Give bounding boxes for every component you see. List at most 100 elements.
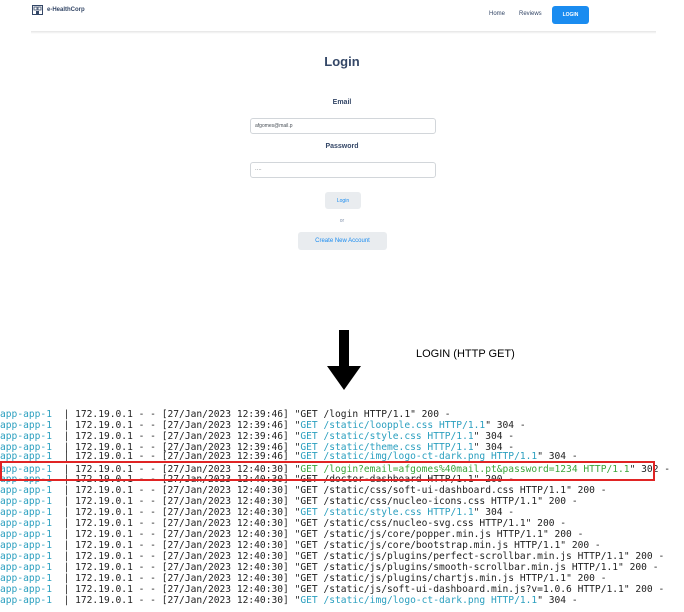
email-label: Email — [332, 99, 352, 106]
log-meta: 172.19.0.1 - - [27/Jan/2023 12:40:30] " — [75, 573, 301, 584]
log-request: GET /static/loopple.css HTTP/1.1 — [300, 420, 486, 431]
log-line: app-app-1 | 172.19.0.1 - - [27/Jan/2023 … — [0, 420, 526, 431]
log-separator: | — [51, 540, 76, 551]
log-status: " 200 - — [537, 496, 578, 507]
log-separator: | — [51, 507, 76, 518]
email-input[interactable]: afgomes@mail.p — [250, 118, 436, 134]
log-meta: 172.19.0.1 - - [27/Jan/2023 12:40:30] " — [75, 540, 301, 551]
log-status: " 200 - — [623, 551, 665, 562]
log-request: GET /login HTTP/1.1 — [300, 409, 411, 420]
log-separator: | — [51, 431, 76, 442]
log-line: app-app-1 | 172.19.0.1 - - [27/Jan/2023 … — [0, 507, 514, 518]
log-request: GET /static/js/soft-ui-dashboard.min.js?… — [300, 584, 624, 595]
hospital-building-icon — [32, 5, 43, 15]
log-container-prefix: app-app-1 — [0, 595, 52, 606]
log-meta: 172.19.0.1 - - [27/Jan/2023 12:40:30] " — [75, 562, 301, 573]
log-meta: 172.19.0.1 - - [27/Jan/2023 12:40:30] " — [75, 595, 301, 606]
log-status: " 304 - — [473, 431, 515, 442]
log-status: " 200 - — [542, 529, 584, 540]
log-status: " 200 - — [566, 573, 607, 584]
log-request: GET /static/js/plugins/perfect-scrollbar… — [300, 551, 624, 562]
navbar-shadow — [31, 31, 656, 34]
log-line: app-app-1 | 172.19.0.1 - - [27/Jan/2023 … — [0, 518, 566, 529]
log-container-prefix: app-app-1 — [0, 584, 52, 595]
log-meta: 172.19.0.1 - - [27/Jan/2023 12:39:46] " — [75, 431, 301, 442]
log-status: " 200 - — [410, 409, 451, 420]
log-container-prefix: app-app-1 — [0, 540, 52, 551]
highlight-box — [0, 461, 655, 481]
password-label: Password — [325, 143, 359, 150]
log-meta: 172.19.0.1 - - [27/Jan/2023 12:40:30] " — [75, 518, 301, 529]
log-status: " 200 - — [525, 518, 567, 529]
log-line: app-app-1 | 172.19.0.1 - - [27/Jan/2023 … — [0, 431, 514, 442]
log-request: GET /static/css/nucleo-icons.css HTTP/1.… — [300, 496, 538, 507]
log-request: GET /static/css/soft-ui-dashboard.css HT… — [300, 485, 567, 496]
log-container-prefix: app-app-1 — [0, 562, 52, 573]
log-line: app-app-1 | 172.19.0.1 - - [27/Jan/2023 … — [0, 584, 664, 595]
log-request: GET /static/style.css HTTP/1.1 — [300, 431, 474, 442]
log-separator: | — [51, 584, 76, 595]
log-request: GET /static/js/plugins/smooth-scrollbar.… — [300, 562, 619, 573]
log-status: " 304 - — [537, 595, 578, 606]
log-line: app-app-1 | 172.19.0.1 - - [27/Jan/2023 … — [0, 529, 583, 540]
log-separator: | — [51, 595, 76, 606]
or-separator: or — [339, 218, 345, 224]
login-title: Login — [324, 54, 360, 69]
log-status: " 200 - — [623, 584, 665, 595]
nav-login-button[interactable]: LOGIN — [552, 6, 589, 24]
create-account-button[interactable]: Create New Account — [298, 232, 387, 250]
terminal-log: app-app-1 | 172.19.0.1 - - [27/Jan/2023 … — [0, 402, 684, 612]
log-line: app-app-1 | 172.19.0.1 - - [27/Jan/2023 … — [0, 409, 451, 420]
log-status: " 304 - — [473, 507, 515, 518]
log-line: app-app-1 | 172.19.0.1 - - [27/Jan/2023 … — [0, 573, 607, 584]
log-meta: 172.19.0.1 - - [27/Jan/2023 12:40:30] " — [75, 496, 301, 507]
log-separator: | — [51, 551, 76, 562]
log-separator: | — [51, 409, 76, 420]
log-request: GET /static/js/plugins/chartjs.min.js HT… — [300, 573, 567, 584]
nav-home-link[interactable]: Home — [489, 11, 505, 17]
log-line: app-app-1 | 172.19.0.1 - - [27/Jan/2023 … — [0, 562, 658, 573]
log-container-prefix: app-app-1 — [0, 496, 52, 507]
log-request: GET /static/js/core/bootstrap.min.js HTT… — [300, 540, 561, 551]
log-container-prefix: app-app-1 — [0, 420, 52, 431]
brand[interactable]: e-HealthCorp — [32, 5, 85, 15]
terminal-top-edge — [0, 402, 684, 408]
log-request: GET /static/js/core/popper.min.js HTTP/1… — [300, 529, 543, 540]
nav-reviews-link[interactable]: Reviews — [519, 11, 542, 17]
log-container-prefix: app-app-1 — [0, 409, 52, 420]
log-separator: | — [51, 485, 76, 496]
log-request: GET /static/img/logo-ct-dark.png HTTP/1.… — [300, 595, 538, 606]
log-separator: | — [51, 573, 76, 584]
log-separator: | — [51, 496, 76, 507]
log-status: " 200 - — [566, 485, 607, 496]
log-request: GET /static/css/nucleo-svg.css HTTP/1.1 — [300, 518, 526, 529]
log-separator: | — [51, 518, 76, 529]
log-line: app-app-1 | 172.19.0.1 - - [27/Jan/2023 … — [0, 540, 601, 551]
annotation-label: LOGIN (HTTP GET) — [416, 348, 515, 360]
log-container-prefix: app-app-1 — [0, 518, 52, 529]
log-line: app-app-1 | 172.19.0.1 - - [27/Jan/2023 … — [0, 595, 578, 606]
log-request: GET /static/style.css HTTP/1.1 — [300, 507, 474, 518]
log-separator: | — [51, 529, 76, 540]
log-line: app-app-1 | 172.19.0.1 - - [27/Jan/2023 … — [0, 485, 607, 496]
log-meta: 172.19.0.1 - - [27/Jan/2023 12:40:30] " — [75, 485, 301, 496]
password-input[interactable]: ···· — [250, 162, 436, 178]
log-status: " 200 - — [560, 540, 601, 551]
log-line: app-app-1 | 172.19.0.1 - - [27/Jan/2023 … — [0, 496, 578, 507]
log-container-prefix: app-app-1 — [0, 485, 52, 496]
log-meta: 172.19.0.1 - - [27/Jan/2023 12:40:30] " — [75, 529, 301, 540]
log-container-prefix: app-app-1 — [0, 507, 52, 518]
log-separator: | — [51, 562, 76, 573]
log-meta: 172.19.0.1 - - [27/Jan/2023 12:40:30] " — [75, 551, 301, 562]
login-button[interactable]: Login — [325, 192, 361, 209]
log-status: " 304 - — [485, 420, 526, 431]
brand-name: e-HealthCorp — [47, 7, 85, 13]
log-container-prefix: app-app-1 — [0, 551, 52, 562]
arrow-down-icon — [327, 330, 361, 390]
log-container-prefix: app-app-1 — [0, 529, 52, 540]
log-meta: 172.19.0.1 - - [27/Jan/2023 12:40:30] " — [75, 584, 301, 595]
log-meta: 172.19.0.1 - - [27/Jan/2023 12:39:46] " — [75, 420, 301, 431]
log-line: app-app-1 | 172.19.0.1 - - [27/Jan/2023 … — [0, 551, 664, 562]
log-container-prefix: app-app-1 — [0, 431, 52, 442]
log-separator: | — [51, 420, 76, 431]
